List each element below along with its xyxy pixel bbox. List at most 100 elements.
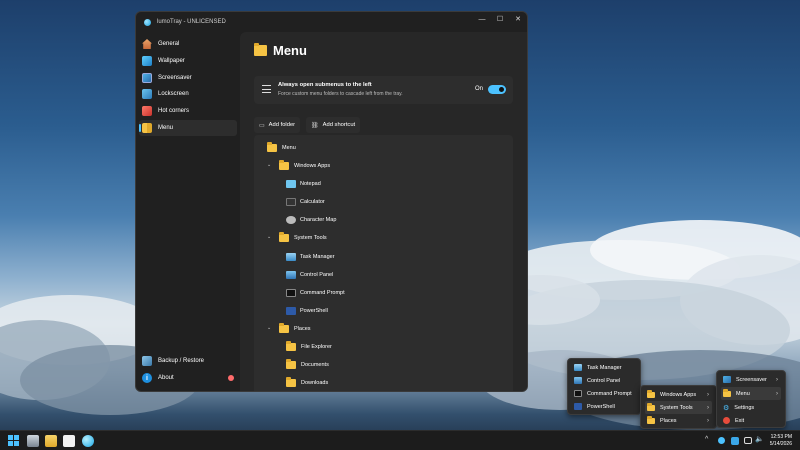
sidebar-item-hot-corners[interactable]: Hot corners: [139, 103, 237, 119]
notepad-icon: [286, 180, 296, 188]
exit-icon: [723, 417, 730, 424]
tree-label: Menu: [282, 145, 296, 151]
chevron-down-icon[interactable]: ⌄: [267, 325, 271, 331]
menu-item-label: Settings: [734, 404, 755, 411]
tray-menu-item-command-prompt[interactable]: Command Prompt: [572, 387, 636, 400]
tree-label: Notepad: [300, 181, 321, 187]
taskbar: ^ 🔈 12:53 PM 5/14/2026: [0, 430, 800, 450]
volume-icon[interactable]: 🔈: [755, 435, 764, 443]
chevron-down-icon[interactable]: ⌄: [267, 162, 271, 168]
sidebar-item-backup-restore[interactable]: Backup / Restore: [139, 353, 237, 369]
tray-menu-item-exit[interactable]: Exit: [721, 414, 781, 427]
folder-icon: [254, 43, 267, 56]
tree-item-control-panel[interactable]: Control Panel: [286, 270, 333, 280]
tree-item-character-map[interactable]: Character Map: [286, 215, 336, 225]
new-folder-icon: ▭: [259, 122, 265, 129]
clock-time: 12:53 PM: [770, 434, 792, 440]
add-shortcut-button[interactable]: ⛓ Add shortcut: [306, 117, 361, 133]
lumotray-taskbar-icon[interactable]: [82, 435, 94, 447]
page-title: Menu: [254, 43, 307, 58]
setting-description: Force custom menu folders to cascade lef…: [278, 91, 403, 97]
chevron-right-icon: ›: [707, 417, 709, 424]
tray-menu-item-task-manager[interactable]: Task Manager: [572, 361, 636, 374]
tray-app-icon[interactable]: [731, 437, 739, 445]
info-icon: i: [142, 373, 152, 384]
clock[interactable]: 12:53 PM 5/14/2026: [770, 434, 792, 448]
maximize-button[interactable]: ☐: [491, 12, 509, 26]
control-panel-icon: [574, 377, 582, 384]
link-icon: ⛓: [311, 122, 319, 129]
documents-folder-icon: [286, 359, 296, 369]
task-manager-icon: [574, 364, 582, 371]
menu-item-label: Menu: [736, 390, 750, 397]
tray-menu-item-powershell[interactable]: PowerShell: [572, 400, 636, 413]
window-title: lumoTray - UNLICENSED: [157, 19, 226, 25]
tree-item-file-explorer[interactable]: File Explorer: [286, 341, 332, 352]
close-button[interactable]: ✕: [509, 12, 527, 26]
page-title-text: Menu: [273, 43, 307, 58]
start-windows-icon[interactable]: [8, 435, 19, 446]
chevron-down-icon[interactable]: ⌄: [267, 234, 271, 240]
tray-menu-item-control-panel[interactable]: Control Panel: [572, 374, 636, 387]
menu-folder-icon: [142, 122, 152, 133]
sidebar-item-about[interactable]: i About: [139, 370, 237, 386]
sidebar-item-label: Backup / Restore: [158, 358, 205, 365]
file-explorer-taskbar-icon[interactable]: [45, 435, 57, 447]
title-bar[interactable]: lumoTray - UNLICENSED: [136, 12, 527, 32]
sidebar-item-label: Menu: [158, 124, 174, 131]
folder-icon: [647, 389, 655, 398]
add-folder-label: Add folder: [268, 122, 296, 128]
app-window: lumoTray - UNLICENSED — ☐ ✕ General Wall…: [135, 11, 528, 392]
menu-item-label: Command Prompt: [587, 390, 632, 397]
tray-submenu-menu: Windows Apps › System Tools › Places ›: [640, 385, 717, 429]
tray-menu-item-windows-apps[interactable]: Windows Apps ›: [645, 388, 712, 401]
lumotray-tray-icon[interactable]: [718, 437, 725, 444]
wallpaper-icon: [142, 55, 152, 66]
tree-item-task-manager[interactable]: Task Manager: [286, 252, 335, 262]
tree-item-downloads[interactable]: Downloads: [286, 377, 329, 388]
store-icon[interactable]: [63, 435, 75, 447]
tree-item-command-prompt[interactable]: Command Prompt: [286, 288, 345, 298]
tree-item-calculator[interactable]: Calculator: [286, 197, 325, 207]
sidebar-item-menu[interactable]: Menu: [139, 119, 237, 136]
tree-item-powershell[interactable]: PowerShell: [286, 306, 328, 316]
tree-label: Task Manager: [300, 254, 335, 260]
sidebar-item-lockscreen[interactable]: Lockscreen: [139, 86, 237, 102]
character-map-icon: [286, 216, 296, 224]
folder-icon: [279, 160, 289, 170]
sidebar-item-general[interactable]: General: [139, 36, 237, 52]
sidebar: General Wallpaper Screensaver Lockscreen…: [136, 32, 240, 391]
tree-label: Downloads: [301, 380, 329, 386]
chevron-right-icon: ›: [776, 376, 778, 383]
sidebar-item-screensaver[interactable]: Screensaver: [139, 70, 237, 86]
task-view-icon[interactable]: [27, 435, 39, 447]
tree-item-notepad[interactable]: Notepad: [286, 179, 321, 189]
tray-menu-item-places[interactable]: Places ›: [645, 414, 712, 427]
gear-icon: ⚙: [723, 404, 730, 412]
tree-item-documents[interactable]: Documents: [286, 359, 329, 370]
tray-menu-item-settings[interactable]: ⚙ Settings: [721, 401, 781, 414]
network-icon[interactable]: [744, 437, 752, 444]
downloads-folder-icon: [286, 377, 296, 387]
tray-menu-item-system-tools[interactable]: System Tools ›: [645, 401, 712, 414]
tree-folder-system-tools[interactable]: System Tools: [279, 232, 327, 243]
tray-main-menu: Screensaver › Menu › ⚙ Settings Exit: [716, 370, 786, 428]
tray-menu-item-screensaver[interactable]: Screensaver ›: [721, 373, 781, 386]
tree-folder-windows-apps[interactable]: Windows Apps: [279, 160, 330, 171]
show-hidden-icons-chevron[interactable]: ^: [705, 436, 708, 443]
sidebar-item-wallpaper[interactable]: Wallpaper: [139, 53, 237, 69]
tree-folder-places[interactable]: Places: [279, 323, 311, 334]
tree-label: System Tools: [294, 235, 327, 241]
lockscreen-icon: [142, 89, 152, 100]
minimize-button[interactable]: —: [473, 12, 491, 26]
tray-menu-item-menu[interactable]: Menu ›: [721, 387, 781, 400]
add-folder-button[interactable]: ▭ Add folder: [254, 117, 301, 133]
sidebar-item-label: Lockscreen: [158, 91, 189, 98]
tree-label: Documents: [301, 362, 329, 368]
powershell-icon: [286, 307, 296, 315]
submenus-left-toggle[interactable]: [488, 85, 506, 94]
tree-label: PowerShell: [300, 308, 328, 314]
toggle-state-label: On: [475, 86, 484, 92]
tree-root-menu[interactable]: Menu: [267, 142, 296, 153]
folder-icon: [279, 232, 289, 242]
